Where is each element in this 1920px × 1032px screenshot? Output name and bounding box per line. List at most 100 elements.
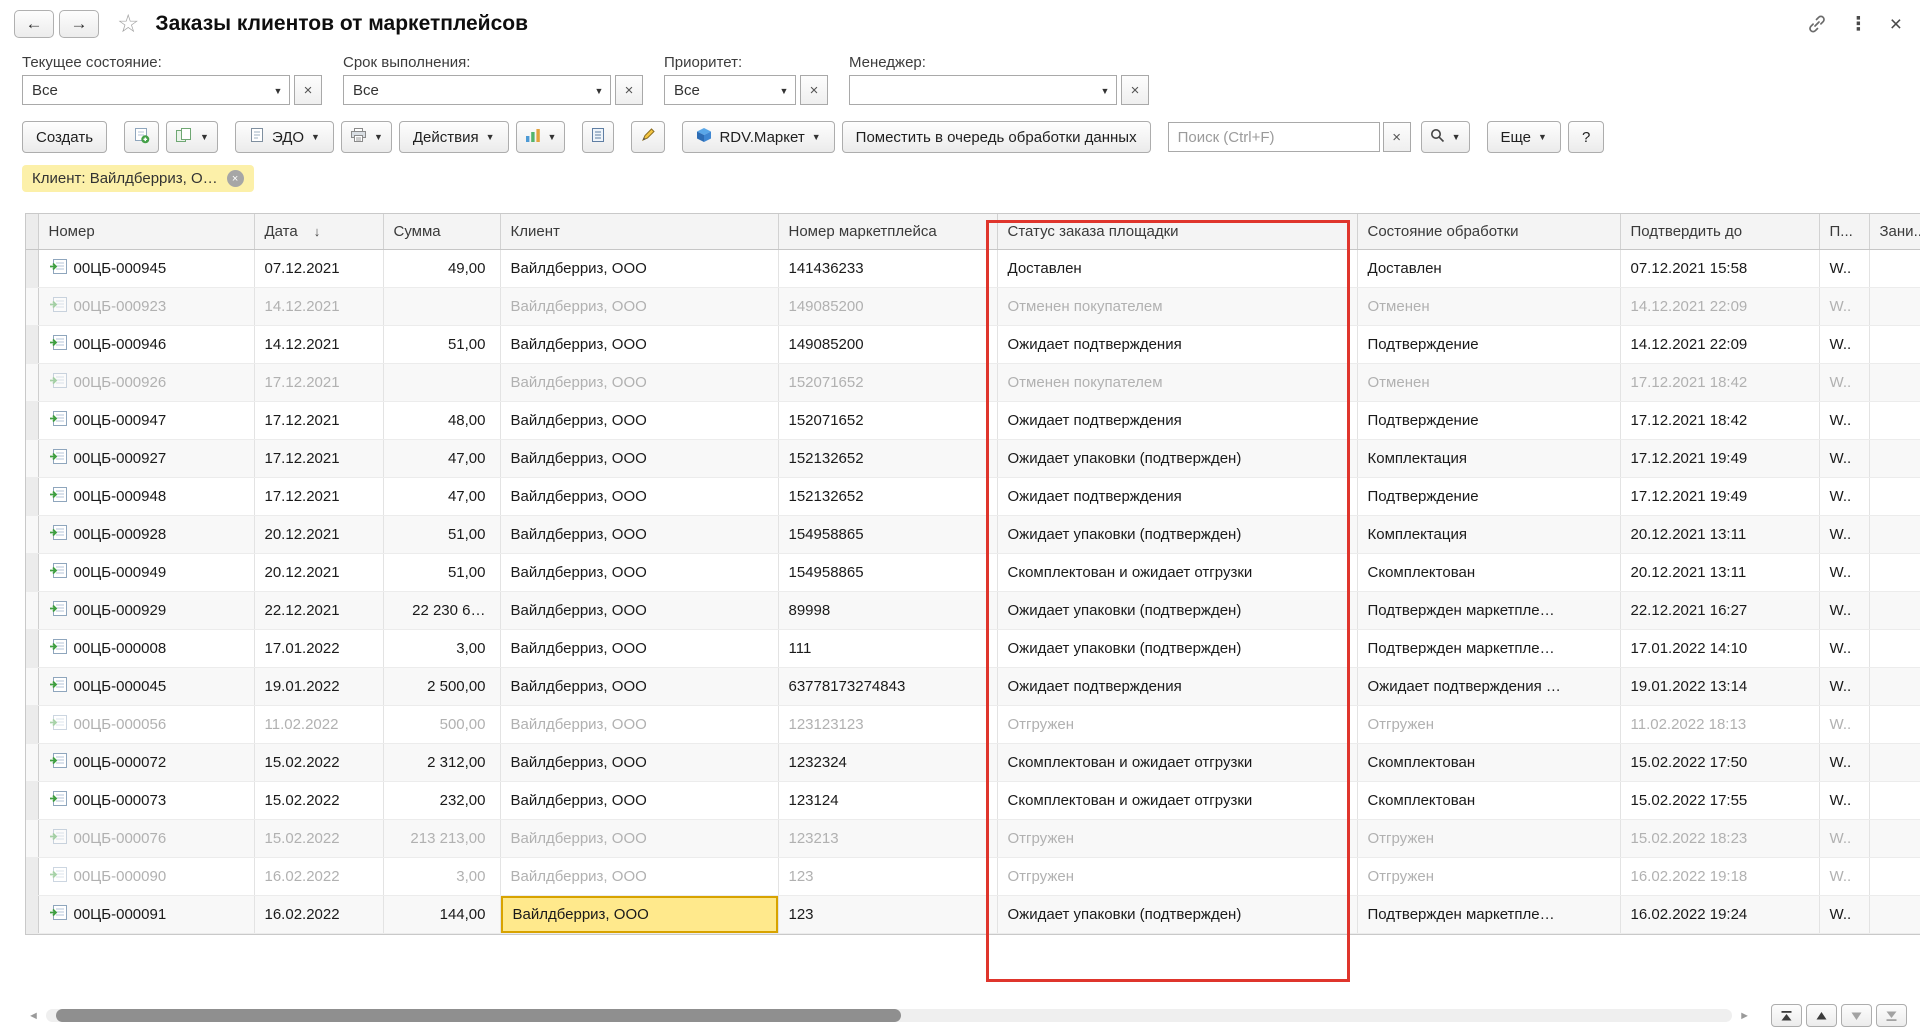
cell-p[interactable]: W.. xyxy=(1819,667,1869,705)
cell-processing-state[interactable]: Доставлен xyxy=(1357,249,1620,287)
remove-filter-icon[interactable]: × xyxy=(227,170,244,187)
cell-date[interactable]: 15.02.2022 xyxy=(254,819,383,857)
cell-processing-state[interactable]: Подтвержден маркетпле… xyxy=(1357,629,1620,667)
cell-number[interactable]: 00ЦБ-000091 xyxy=(38,895,254,933)
cell-z[interactable] xyxy=(1869,477,1920,515)
cell-date[interactable]: 20.12.2021 xyxy=(254,515,383,553)
chevron-down-icon[interactable]: ▼ xyxy=(1094,81,1116,99)
print-button[interactable]: ▼ xyxy=(341,121,392,153)
cell-marketplace-status[interactable]: Ожидает подтверждения xyxy=(997,667,1357,705)
cell-confirm-until[interactable]: 20.12.2021 13:11 xyxy=(1620,553,1819,591)
table-row[interactable]: 00ЦБ-000045 19.01.2022 2 500,00 Вайлдбер… xyxy=(26,667,1920,705)
cell-marketplace-status[interactable]: Скомплектован и ожидает отгрузки xyxy=(997,553,1357,591)
cell-processing-state[interactable]: Подтвержден маркетпле… xyxy=(1357,895,1620,933)
cell-marketplace-status[interactable]: Ожидает упаковки (подтвержден) xyxy=(997,439,1357,477)
table-row[interactable]: 00ЦБ-000056 11.02.2022 500,00 Вайлдберри… xyxy=(26,705,1920,743)
queue-processing-button[interactable]: Поместить в очередь обработки данных xyxy=(842,121,1151,153)
cell-number[interactable]: 00ЦБ-000945 xyxy=(38,249,254,287)
cell-marketplace-status[interactable]: Отгружен xyxy=(997,705,1357,743)
cell-date[interactable]: 15.02.2022 xyxy=(254,781,383,819)
cell-processing-state[interactable]: Комплектация xyxy=(1357,515,1620,553)
cell-number[interactable]: 00ЦБ-000008 xyxy=(38,629,254,667)
cell-client[interactable]: Вайлдберриз, ООО xyxy=(500,857,778,895)
cell-confirm-until[interactable]: 17.12.2021 18:42 xyxy=(1620,363,1819,401)
cell-sum[interactable]: 51,00 xyxy=(383,553,500,591)
cell-p[interactable]: W.. xyxy=(1819,895,1869,933)
cell-marketplace-number[interactable]: 89998 xyxy=(778,591,997,629)
more-menu-icon[interactable]: ⋮ xyxy=(1849,13,1868,36)
scroll-left-icon[interactable]: ◄ xyxy=(28,1010,39,1022)
cell-marketplace-number[interactable]: 63778173274843 xyxy=(778,667,997,705)
cell-date[interactable]: 20.12.2021 xyxy=(254,553,383,591)
cell-client[interactable]: Вайлдберриз, ООО xyxy=(500,325,778,363)
chevron-down-icon[interactable]: ▼ xyxy=(588,81,610,99)
cell-client[interactable]: Вайлдберриз, ООО xyxy=(500,401,778,439)
cell-client[interactable]: Вайлдберриз, ООО xyxy=(500,781,778,819)
cell-p[interactable]: W.. xyxy=(1819,477,1869,515)
table-row[interactable]: 00ЦБ-000949 20.12.2021 51,00 Вайлдберриз… xyxy=(26,553,1920,591)
cell-sum[interactable]: 22 230 6… xyxy=(383,591,500,629)
column-header-date[interactable]: Дата↓ xyxy=(254,214,383,249)
cell-processing-state[interactable]: Отменен xyxy=(1357,287,1620,325)
cell-marketplace-number[interactable]: 152071652 xyxy=(778,401,997,439)
cell-marketplace-number[interactable]: 1232324 xyxy=(778,743,997,781)
cell-p[interactable]: W.. xyxy=(1819,857,1869,895)
cell-p[interactable]: W.. xyxy=(1819,363,1869,401)
table-row[interactable]: 00ЦБ-000073 15.02.2022 232,00 Вайлдберри… xyxy=(26,781,1920,819)
column-header-marketplace-number[interactable]: Номер маркетплейса xyxy=(778,214,997,249)
cell-number[interactable]: 00ЦБ-000923 xyxy=(38,287,254,325)
cell-client[interactable]: Вайлдберриз, ООО xyxy=(500,515,778,553)
cell-number[interactable]: 00ЦБ-000929 xyxy=(38,591,254,629)
column-header-confirm-until[interactable]: Подтвердить до xyxy=(1620,214,1819,249)
cell-p[interactable]: W.. xyxy=(1819,591,1869,629)
favorite-star-icon[interactable]: ☆ xyxy=(117,12,139,37)
cell-date[interactable]: 17.01.2022 xyxy=(254,629,383,667)
cell-date[interactable]: 16.02.2022 xyxy=(254,857,383,895)
cell-number[interactable]: 00ЦБ-000076 xyxy=(38,819,254,857)
rdv-market-button[interactable]: RDV.Маркет ▼ xyxy=(682,121,834,153)
cell-confirm-until[interactable]: 16.02.2022 19:24 xyxy=(1620,895,1819,933)
table-row[interactable]: 00ЦБ-000945 07.12.2021 49,00 Вайлдберриз… xyxy=(26,249,1920,287)
table-row[interactable]: 00ЦБ-000927 17.12.2021 47,00 Вайлдберриз… xyxy=(26,439,1920,477)
cell-z[interactable] xyxy=(1869,325,1920,363)
cell-marketplace-status[interactable]: Отгружен xyxy=(997,857,1357,895)
cell-p[interactable]: W.. xyxy=(1819,629,1869,667)
actions-button[interactable]: Действия ▼ xyxy=(399,121,509,153)
cell-z[interactable] xyxy=(1869,629,1920,667)
row-up-button[interactable] xyxy=(1806,1004,1837,1027)
cell-sum[interactable]: 500,00 xyxy=(383,705,500,743)
cell-number[interactable]: 00ЦБ-000045 xyxy=(38,667,254,705)
cell-marketplace-status[interactable]: Отгружен xyxy=(997,819,1357,857)
cell-sum[interactable]: 3,00 xyxy=(383,857,500,895)
cell-sum[interactable]: 2 500,00 xyxy=(383,667,500,705)
cell-confirm-until[interactable]: 17.12.2021 19:49 xyxy=(1620,477,1819,515)
table-row[interactable]: 00ЦБ-000008 17.01.2022 3,00 Вайлдберриз,… xyxy=(26,629,1920,667)
cell-z[interactable] xyxy=(1869,667,1920,705)
cell-processing-state[interactable]: Отгружен xyxy=(1357,819,1620,857)
cell-client[interactable]: Вайлдберриз, ООО xyxy=(500,553,778,591)
cell-date[interactable]: 15.02.2022 xyxy=(254,743,383,781)
cell-sum[interactable]: 232,00 xyxy=(383,781,500,819)
cell-number[interactable]: 00ЦБ-000927 xyxy=(38,439,254,477)
cell-z[interactable] xyxy=(1869,781,1920,819)
priority-select[interactable]: Все ▼ xyxy=(664,75,796,105)
cell-sum[interactable]: 144,00 xyxy=(383,895,500,933)
copy-document-button[interactable]: ▼ xyxy=(166,121,218,153)
cell-p[interactable]: W.. xyxy=(1819,325,1869,363)
cell-z[interactable] xyxy=(1869,401,1920,439)
table-row[interactable]: 00ЦБ-000072 15.02.2022 2 312,00 Вайлдбер… xyxy=(26,743,1920,781)
cell-p[interactable]: W.. xyxy=(1819,743,1869,781)
search-input[interactable] xyxy=(1168,122,1380,152)
cell-p[interactable]: W.. xyxy=(1819,287,1869,325)
cell-processing-state[interactable]: Подтверждение xyxy=(1357,325,1620,363)
cell-number[interactable]: 00ЦБ-000073 xyxy=(38,781,254,819)
link-icon[interactable] xyxy=(1807,14,1827,34)
cell-z[interactable] xyxy=(1869,287,1920,325)
cell-processing-state[interactable]: Скомплектован xyxy=(1357,781,1620,819)
cell-client[interactable]: Вайлдберриз, ООО xyxy=(500,895,778,933)
clear-filter-button[interactable]: × xyxy=(800,75,828,105)
cell-confirm-until[interactable]: 15.02.2022 17:55 xyxy=(1620,781,1819,819)
row-down-button[interactable] xyxy=(1841,1004,1872,1027)
column-header-marketplace-status[interactable]: Статус заказа площадки xyxy=(997,214,1357,249)
table-row[interactable]: 00ЦБ-000948 17.12.2021 47,00 Вайлдберриз… xyxy=(26,477,1920,515)
